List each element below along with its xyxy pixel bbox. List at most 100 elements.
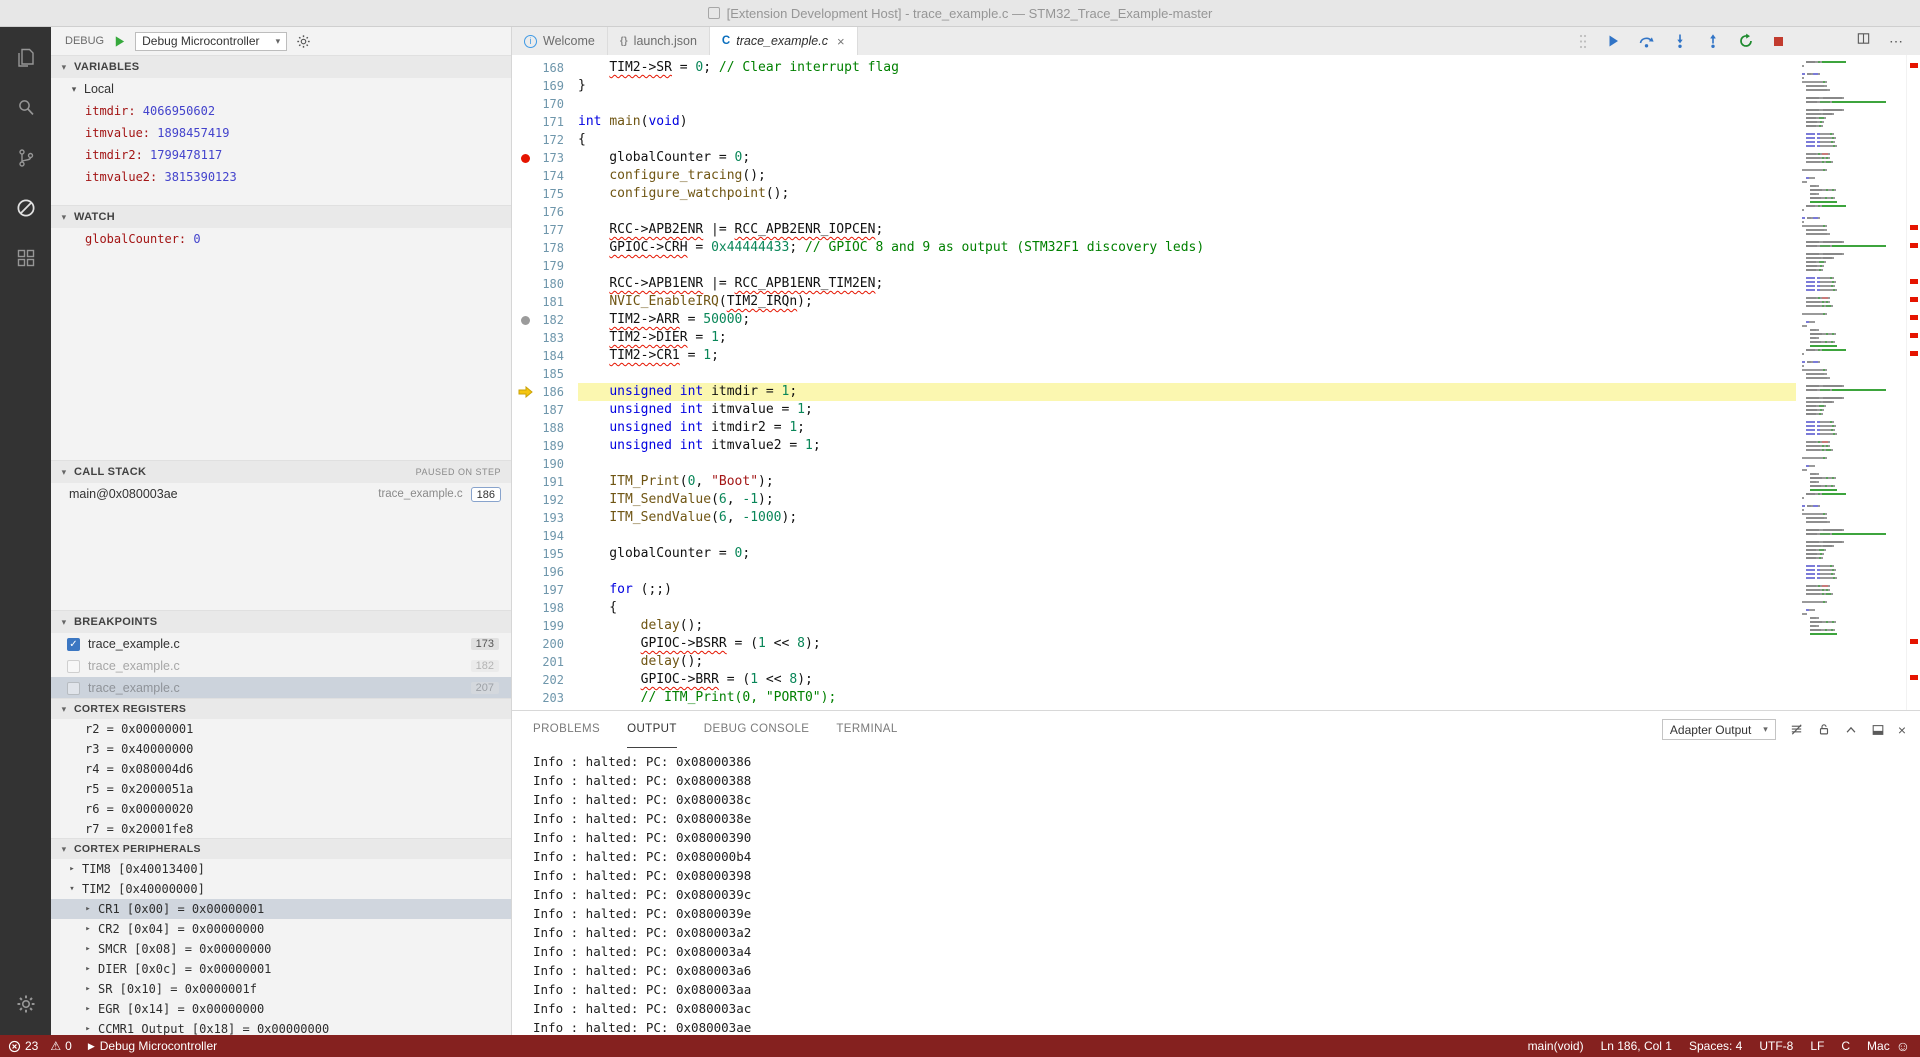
extensions-icon[interactable] bbox=[2, 233, 50, 283]
output-console[interactable]: Info : halted: PC: 0x08000386Info : halt… bbox=[512, 748, 1920, 1035]
code-line[interactable]: 184 TIM2->CR1 = 1; bbox=[512, 347, 1796, 365]
code-line[interactable]: 185 bbox=[512, 365, 1796, 383]
gutter-glyph-margin[interactable] bbox=[512, 473, 538, 491]
chevron-right-icon[interactable]: ▸ bbox=[83, 1004, 93, 1014]
output-channel-select[interactable]: Adapter Output ▾ bbox=[1662, 719, 1776, 740]
gutter-glyph-margin[interactable] bbox=[512, 221, 538, 239]
gutter-glyph-margin[interactable] bbox=[512, 491, 538, 509]
peripheral-row[interactable]: ▸SR [0x10] = 0x0000001f bbox=[51, 979, 511, 999]
gutter-glyph-margin[interactable] bbox=[512, 599, 538, 617]
code-text[interactable]: GPIOC->CRH = 0x44444433; // GPIOC 8 and … bbox=[578, 239, 1796, 257]
gutter-glyph-margin[interactable] bbox=[512, 239, 538, 257]
gutter-glyph-margin[interactable] bbox=[512, 581, 538, 599]
debug-start-button[interactable] bbox=[113, 35, 126, 48]
code-text[interactable]: unsigned int itmdir = 1; bbox=[578, 383, 1796, 401]
code-text[interactable]: configure_watchpoint(); bbox=[578, 185, 1796, 203]
gutter-glyph-margin[interactable] bbox=[512, 95, 538, 113]
breakpoint-row[interactable]: trace_example.c182 bbox=[51, 655, 511, 677]
restart-button[interactable] bbox=[1738, 33, 1754, 49]
code-line[interactable]: 199 delay(); bbox=[512, 617, 1796, 635]
gutter-glyph-margin[interactable] bbox=[512, 527, 538, 545]
gutter-glyph-margin[interactable] bbox=[512, 329, 538, 347]
panel-tab-debug-console[interactable]: DEBUG CONSOLE bbox=[704, 711, 810, 748]
code-line[interactable]: 174 configure_tracing(); bbox=[512, 167, 1796, 185]
register-row[interactable]: r2 = 0x00000001 bbox=[51, 719, 511, 739]
code-text[interactable]: NVIC_EnableIRQ(TIM2_IRQn); bbox=[578, 293, 1796, 311]
code-line[interactable]: 171int main(void) bbox=[512, 113, 1796, 131]
close-icon[interactable]: × bbox=[837, 34, 845, 49]
variable-row[interactable]: itmdir2: 1799478117 bbox=[51, 144, 511, 166]
gutter-glyph-margin[interactable] bbox=[512, 419, 538, 437]
variable-row[interactable]: itmvalue2: 3815390123 bbox=[51, 166, 511, 188]
code-text[interactable] bbox=[578, 455, 1796, 473]
code-line[interactable]: 187 unsigned int itmvalue = 1; bbox=[512, 401, 1796, 419]
call-stack-frame[interactable]: main@0x080003aetrace_example.c186 bbox=[51, 483, 511, 505]
code-line[interactable]: 170 bbox=[512, 95, 1796, 113]
register-row[interactable]: r6 = 0x00000020 bbox=[51, 799, 511, 819]
code-line[interactable]: 203 // ITM_Print(0, "PORT0"); bbox=[512, 689, 1796, 707]
gutter-glyph-margin[interactable] bbox=[512, 257, 538, 275]
panel-tab-problems[interactable]: PROBLEMS bbox=[533, 711, 600, 748]
code-line[interactable]: 202 GPIOC->BRR = (1 << 8); bbox=[512, 671, 1796, 689]
code-text[interactable]: GPIOC->BSRR = (1 << 8); bbox=[578, 635, 1796, 653]
toolbar-grip-icon[interactable] bbox=[1578, 33, 1588, 50]
status-item[interactable]: Spaces: 4 bbox=[1689, 1039, 1742, 1053]
variables-section-header[interactable]: ▾ VARIABLES bbox=[51, 56, 511, 78]
code-text[interactable]: RCC->APB2ENR |= RCC_APB2ENR_IOPCEN; bbox=[578, 221, 1796, 239]
peripheral-row[interactable]: ▸CR1 [0x00] = 0x00000001 bbox=[51, 899, 511, 919]
code-text[interactable]: { bbox=[578, 599, 1796, 617]
gutter-glyph-margin[interactable] bbox=[512, 113, 538, 131]
variable-row[interactable]: itmvalue: 1898457419 bbox=[51, 122, 511, 144]
code-line[interactable]: 200 GPIOC->BSRR = (1 << 8); bbox=[512, 635, 1796, 653]
step-over-button[interactable] bbox=[1638, 33, 1655, 49]
debug-icon[interactable] bbox=[2, 183, 50, 233]
gutter-glyph-margin[interactable] bbox=[512, 455, 538, 473]
gutter-glyph-margin[interactable] bbox=[512, 365, 538, 383]
register-row[interactable]: r5 = 0x2000051a bbox=[51, 779, 511, 799]
code-text[interactable]: { bbox=[578, 131, 1796, 149]
overview-ruler[interactable] bbox=[1906, 55, 1920, 710]
gutter-glyph-margin[interactable] bbox=[512, 689, 538, 707]
search-icon[interactable] bbox=[2, 83, 50, 133]
gutter-glyph-margin[interactable] bbox=[512, 545, 538, 563]
code-text[interactable]: ITM_Print(0, "Boot"); bbox=[578, 473, 1796, 491]
breakpoint-checkbox[interactable]: ✓ bbox=[67, 638, 80, 651]
code-text[interactable]: ITM_SendValue(6, -1000); bbox=[578, 509, 1796, 527]
code-line[interactable]: 169} bbox=[512, 77, 1796, 95]
code-text[interactable]: } bbox=[578, 77, 1796, 95]
gutter-glyph-margin[interactable] bbox=[512, 563, 538, 581]
step-out-button[interactable] bbox=[1705, 33, 1721, 49]
gutter-glyph-margin[interactable] bbox=[512, 203, 538, 221]
code-text[interactable]: unsigned int itmvalue2 = 1; bbox=[578, 437, 1796, 455]
gutter-glyph-margin[interactable] bbox=[512, 653, 538, 671]
code-line[interactable]: 191 ITM_Print(0, "Boot"); bbox=[512, 473, 1796, 491]
status-item[interactable]: Mac bbox=[1867, 1039, 1890, 1053]
gutter-glyph-margin[interactable] bbox=[512, 185, 538, 203]
minimap[interactable] bbox=[1796, 55, 1906, 710]
code-line[interactable]: 177 RCC->APB2ENR |= RCC_APB2ENR_IOPCEN; bbox=[512, 221, 1796, 239]
gutter-glyph-margin[interactable] bbox=[512, 77, 538, 95]
chevron-right-icon[interactable]: ▸ bbox=[83, 924, 93, 934]
code-line[interactable]: 194 bbox=[512, 527, 1796, 545]
code-line[interactable]: 195 globalCounter = 0; bbox=[512, 545, 1796, 563]
code-text[interactable] bbox=[578, 563, 1796, 581]
code-line[interactable]: 192 ITM_SendValue(6, -1); bbox=[512, 491, 1796, 509]
code-text[interactable]: RCC->APB1ENR |= RCC_APB1ENR_TIM2EN; bbox=[578, 275, 1796, 293]
code-line[interactable]: 172{ bbox=[512, 131, 1796, 149]
gutter-glyph-margin[interactable] bbox=[512, 617, 538, 635]
gutter-glyph-margin[interactable] bbox=[512, 275, 538, 293]
code-line[interactable]: 182 TIM2->ARR = 50000; bbox=[512, 311, 1796, 329]
code-text[interactable]: delay(); bbox=[578, 653, 1796, 671]
breakpoint-checkbox[interactable] bbox=[67, 660, 80, 673]
chevron-right-icon[interactable]: ▸ bbox=[83, 1024, 93, 1034]
code-line[interactable]: 173 globalCounter = 0; bbox=[512, 149, 1796, 167]
code-text[interactable]: // ITM_Print(0, "PORT0"); bbox=[578, 689, 1796, 707]
panel-layout-icon[interactable] bbox=[1871, 723, 1885, 737]
status-item[interactable]: C bbox=[1841, 1039, 1850, 1053]
code-line[interactable]: 196 bbox=[512, 563, 1796, 581]
code-line[interactable]: 201 delay(); bbox=[512, 653, 1796, 671]
code-text[interactable] bbox=[578, 365, 1796, 383]
status-item[interactable]: main(void) bbox=[1528, 1039, 1584, 1053]
explorer-icon[interactable] bbox=[2, 33, 50, 83]
code-text[interactable]: TIM2->CR1 = 1; bbox=[578, 347, 1796, 365]
